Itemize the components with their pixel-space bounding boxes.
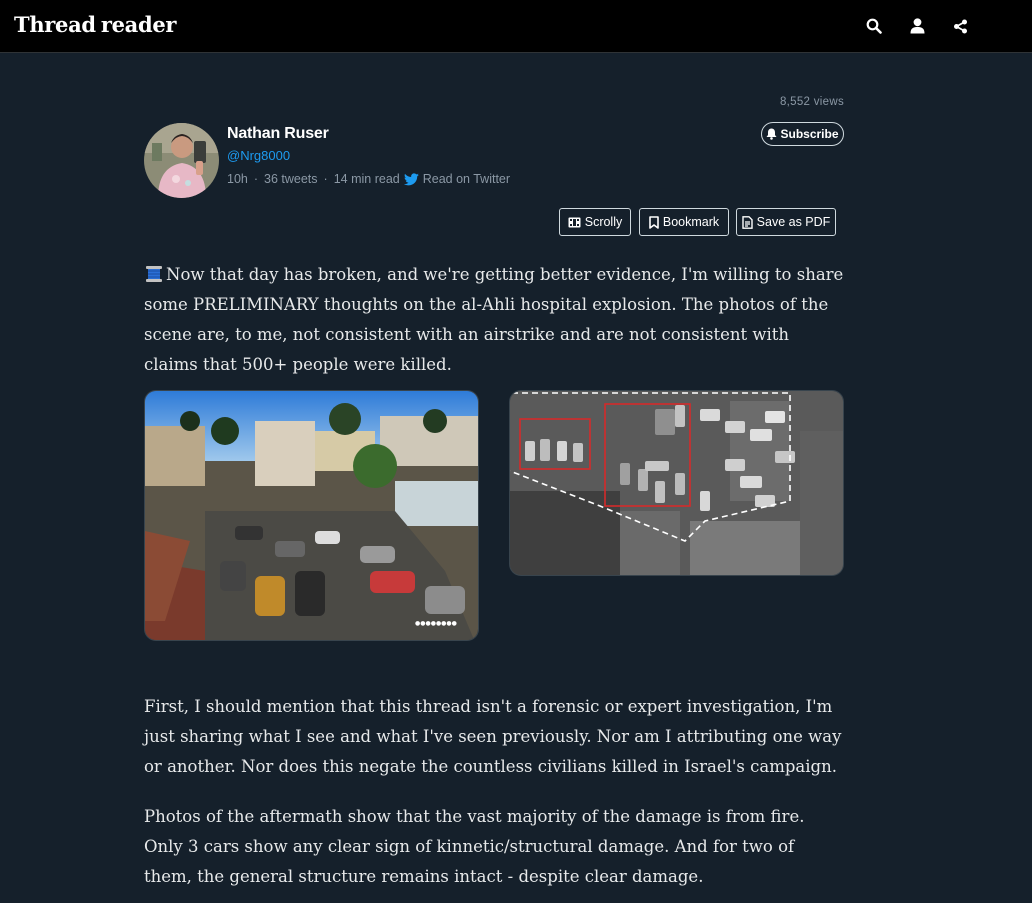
save-pdf-button[interactable]: Save as PDF — [736, 208, 836, 236]
bookmark-icon — [649, 215, 659, 229]
subscribe-button[interactable]: Subscribe — [761, 122, 844, 146]
pdf-file-icon — [741, 215, 753, 229]
navbar: Thread reader — [0, 0, 1032, 53]
read-on-twitter-label: Read on Twitter — [422, 172, 511, 186]
author-name[interactable]: Nathan Ruser — [227, 125, 329, 143]
brand-part-thread: Thread — [14, 12, 96, 37]
tweet-text-1: Now that day has broken, and we're getti… — [144, 260, 844, 380]
scrolly-label: Scrolly — [584, 215, 623, 229]
search-icon[interactable] — [863, 15, 885, 37]
share-icon[interactable] — [949, 15, 971, 37]
subscribe-label: Subscribe — [780, 127, 839, 141]
meta-separator: · — [323, 172, 328, 186]
svg-text:●●●●●●●●: ●●●●●●●● — [415, 620, 457, 627]
author-avatar[interactable] — [144, 123, 219, 198]
tweet-text-2: First, I should mention that this thread… — [144, 697, 842, 776]
scrolly-button[interactable]: Scrolly — [559, 208, 631, 236]
tweet-text-1-content: Now that day has broken, and we're getti… — [144, 265, 844, 374]
bookmark-label: Bookmark — [662, 215, 720, 229]
brand-part-reader: reader — [100, 12, 177, 37]
tweet-text-3: Photos of the aftermath show that the va… — [144, 807, 805, 886]
twitter-bird-icon — [403, 172, 419, 185]
read-time: 14 min read — [333, 172, 400, 186]
view-count: 8,552 views — [779, 96, 844, 108]
tweet-count: 36 tweets — [264, 172, 318, 186]
thread-age: 10h — [227, 172, 248, 186]
thread-meta: 10h · 36 tweets · 14 min read Read on Tw… — [227, 172, 510, 186]
save-pdf-label: Save as PDF — [756, 215, 831, 229]
user-icon[interactable] — [906, 15, 928, 37]
read-on-twitter-link[interactable]: Read on Twitter — [403, 172, 511, 186]
film-icon — [568, 217, 581, 227]
meta-separator: · — [253, 172, 259, 186]
brand-logo[interactable]: Thread reader — [14, 12, 176, 37]
bookmark-button[interactable]: Bookmark — [639, 208, 729, 236]
bell-icon — [766, 128, 777, 140]
tweet-photo-aftermath[interactable]: ●●●●●●●● — [144, 390, 479, 641]
author-handle[interactable]: @Nrg8000 — [227, 148, 290, 163]
thread-spool-icon — [146, 266, 162, 282]
tweet-photo-satellite[interactable] — [509, 390, 844, 576]
